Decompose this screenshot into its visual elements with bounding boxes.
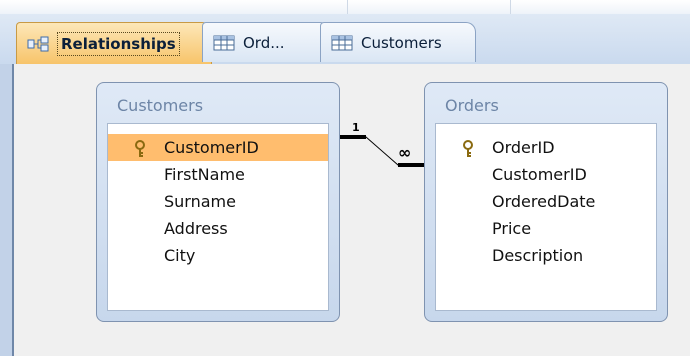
many-cardinality-label: ∞: [398, 143, 411, 162]
relationship-line[interactable]: 1 ∞: [0, 0, 690, 356]
one-cardinality-label: 1: [352, 121, 360, 134]
